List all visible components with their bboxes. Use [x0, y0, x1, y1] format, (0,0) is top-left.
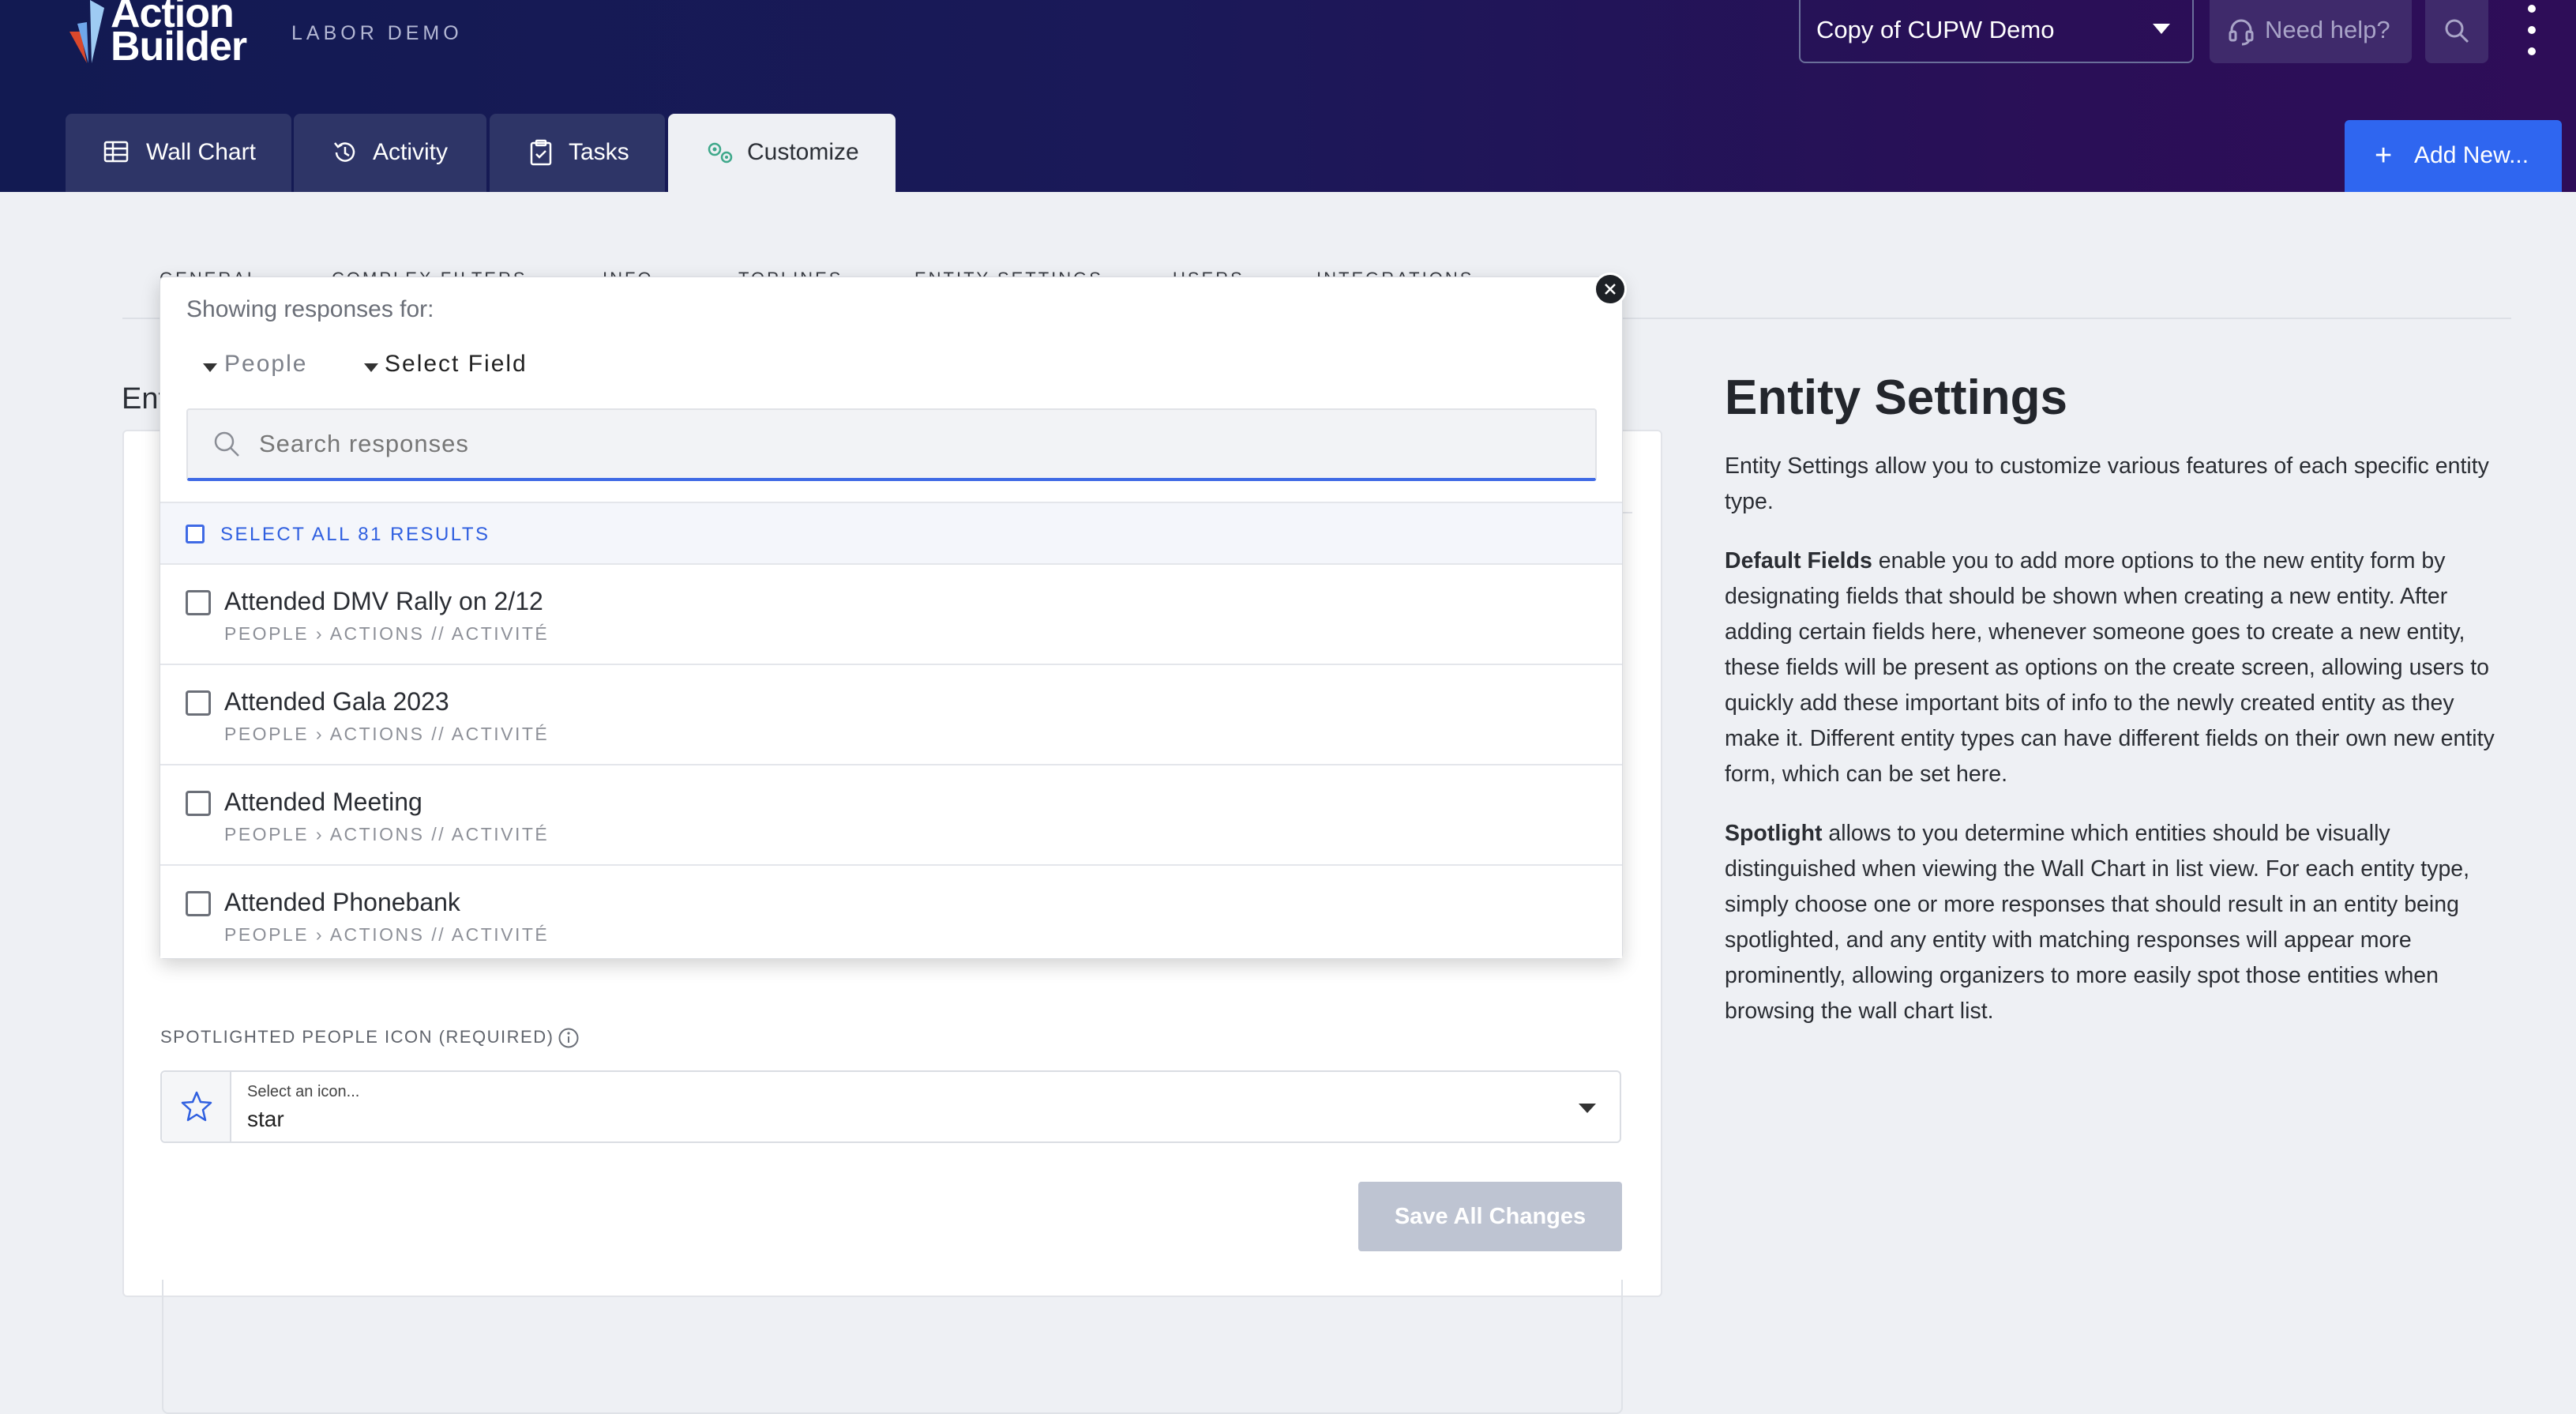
plus-icon: +	[2375, 139, 2393, 172]
caret-down-icon	[364, 363, 378, 372]
spotlight-term: Spotlight	[1725, 821, 1823, 846]
history-icon	[334, 142, 355, 162]
item-name: Attended Meeting	[224, 788, 422, 816]
app-header: Action Builder LABOR DEMO Copy of CUPW D…	[0, 0, 2576, 192]
spotlight-paragraph: Spotlight allows to you determine which …	[1725, 816, 2510, 1029]
field-filter-dropdown[interactable]: Select Field	[385, 351, 528, 378]
vertical-dots-icon[interactable]	[2521, 5, 2544, 60]
star-icon	[162, 1072, 231, 1141]
logo-text-line2: Builder	[111, 24, 247, 70]
need-help-label: Need help?	[2265, 16, 2390, 43]
item-name: Attended Gala 2023	[224, 687, 449, 716]
spotlight-responses-field[interactable]	[162, 1280, 1623, 1414]
default-fields-paragraph: Default Fields enable you to add more op…	[1725, 543, 2510, 792]
item-path: PEOPLE › ACTIONS // ACTIVITÉ	[224, 824, 550, 844]
icon-select-value: star	[247, 1107, 284, 1131]
list-item[interactable]: Attended Phonebank PEOPLE › ACTIONS // A…	[160, 866, 1622, 958]
tab-wall-chart[interactable]: Wall Chart	[66, 114, 291, 192]
caret-down-icon	[203, 363, 217, 372]
search-icon	[214, 431, 239, 457]
list-item[interactable]: Attended Gala 2023 PEOPLE › ACTIONS // A…	[160, 665, 1622, 765]
campaign-select-value: Copy of CUPW Demo	[1816, 16, 2055, 43]
select-all-checkbox[interactable]	[186, 525, 205, 543]
select-all-label[interactable]: SELECT ALL 81 RESULTS	[220, 524, 490, 546]
clipboard-icon	[530, 139, 552, 166]
item-checkbox[interactable]	[186, 891, 211, 916]
chevron-down-icon	[2153, 24, 2170, 34]
item-checkbox[interactable]	[186, 791, 211, 816]
response-picker-dropdown: Showing responses for: People Select Fie…	[160, 276, 1623, 959]
add-new-label: Add New...	[2414, 142, 2529, 168]
item-name: Attended Phonebank	[224, 888, 460, 916]
item-path: PEOPLE › ACTIONS // ACTIVITÉ	[224, 623, 550, 644]
tab-activity[interactable]: Activity	[294, 114, 486, 192]
item-path: PEOPLE › ACTIONS // ACTIVITÉ	[224, 724, 550, 744]
tab-customize-label: Customize	[747, 139, 859, 165]
response-search-box[interactable]	[186, 408, 1597, 481]
close-icon	[1605, 284, 1616, 295]
default-fields-text: enable you to add more options to the ne…	[1725, 548, 2495, 787]
item-name: Attended DMV Rally on 2/12	[224, 587, 543, 615]
side-panel-intro: Entity Settings allow you to customize v…	[1725, 453, 2489, 514]
select-all-row[interactable]: SELECT ALL 81 RESULTS	[160, 502, 1622, 565]
tab-tasks-label: Tasks	[569, 139, 629, 165]
logo-mark-icon	[69, 0, 104, 63]
item-path: PEOPLE › ACTIONS // ACTIVITÉ	[224, 924, 550, 945]
search-icon	[2445, 19, 2469, 43]
headset-icon	[2229, 19, 2254, 46]
response-search-input[interactable]	[257, 421, 1560, 467]
icon-select-label: Select an icon...	[247, 1083, 360, 1100]
action-builder-logo[interactable]: Action Builder	[63, 0, 253, 70]
tab-tasks[interactable]: Tasks	[490, 114, 665, 192]
add-new-button[interactable]: + Add New...	[2345, 120, 2562, 192]
tab-wall-chart-label: Wall Chart	[146, 139, 256, 165]
tab-customize[interactable]: Customize	[668, 114, 896, 192]
list-item[interactable]: Attended Meeting PEOPLE › ACTIONS // ACT…	[160, 765, 1622, 866]
list-item[interactable]: Attended DMV Rally on 2/12 PEOPLE › ACTI…	[160, 565, 1622, 665]
campaign-select[interactable]: Copy of CUPW Demo	[1799, 0, 2194, 63]
default-fields-term: Default Fields	[1725, 548, 1872, 573]
item-checkbox[interactable]	[186, 690, 211, 716]
gears-icon	[708, 142, 733, 164]
item-checkbox[interactable]	[186, 590, 211, 615]
info-icon[interactable]	[558, 1027, 580, 1049]
help-side-panel: Entity Settings Entity Settings allow yo…	[1725, 370, 2510, 1053]
save-all-changes-button[interactable]: Save All Changes	[1358, 1182, 1622, 1251]
tab-activity-label: Activity	[373, 139, 449, 165]
spotlight-icon-select[interactable]: Select an icon... star	[160, 1070, 1621, 1143]
workspace-label: LABOR DEMO	[291, 22, 463, 44]
spotlight-text: allows to you determine which entities s…	[1725, 821, 2470, 1024]
need-help-button[interactable]: Need help?	[2210, 0, 2412, 63]
spotlight-icon-label: SPOTLIGHTED PEOPLE ICON (REQUIRED)	[160, 1027, 554, 1047]
showing-responses-label: Showing responses for:	[186, 296, 434, 322]
entity-filter-dropdown[interactable]: People	[224, 351, 307, 378]
global-search-button[interactable]	[2425, 0, 2488, 63]
side-panel-title: Entity Settings	[1725, 370, 2068, 425]
chevron-down-icon	[1579, 1104, 1596, 1113]
table-icon	[103, 141, 129, 163]
close-dropdown-button[interactable]	[1594, 273, 1627, 306]
